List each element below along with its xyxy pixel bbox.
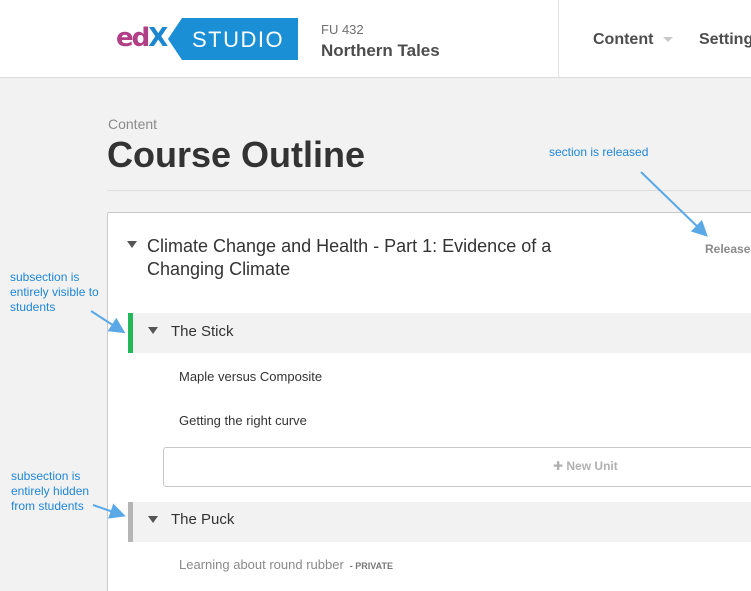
edx-logo-text: edX [116,23,168,53]
unit-item[interactable]: Maple versus Composite [179,369,322,384]
course-number: FU 432 [321,22,364,37]
plus-icon: ✚ [553,459,567,473]
caret-down-icon[interactable] [148,327,158,334]
subsection-title[interactable]: The Puck [171,511,234,528]
unit-title: Learning about round rubber [179,557,344,572]
private-tag: - PRIVATE [349,561,393,571]
visibility-indicator-hidden [128,502,133,542]
caret-down-icon[interactable] [148,516,158,523]
nav-settings-menu[interactable]: Settings [699,31,751,49]
annotation-section-released: section is released [549,145,649,159]
visibility-indicator-visible [128,313,133,353]
course-name[interactable]: Northern Tales [321,41,440,61]
studio-badge: STUDIO [168,18,298,60]
new-unit-text: New Unit [566,459,618,473]
page-title: Course Outline [107,134,366,175]
nav-content-menu[interactable]: Content [593,31,653,49]
title-divider [107,190,751,191]
unit-item[interactable]: Getting the right curve [179,413,307,428]
new-unit-button[interactable]: ✚ New Unit [163,447,751,487]
nav-divider [558,0,559,77]
studio-page: edX STUDIO FU 432 Northern Tales Content… [0,0,751,591]
header-bar: edX STUDIO FU 432 Northern Tales Content… [0,0,751,78]
subsection-title[interactable]: The Stick [171,323,234,340]
new-unit-label: ✚ New Unit [553,459,618,473]
annotation-subsection-hidden: subsection is entirely hidden from stude… [11,469,90,513]
chevron-down-icon[interactable] [663,37,673,42]
caret-down-icon[interactable] [127,241,137,248]
section-status-badge: Released [705,242,751,256]
unit-item-private[interactable]: Learning about round rubber - PRIVATE [179,557,393,572]
section-title[interactable]: Climate Change and Health - Part 1: Evid… [147,235,567,281]
annotation-subsection-visible: subsection is entirely visible to studen… [10,270,99,314]
studio-badge-label: STUDIO [192,27,285,52]
breadcrumb[interactable]: Content [108,116,157,132]
